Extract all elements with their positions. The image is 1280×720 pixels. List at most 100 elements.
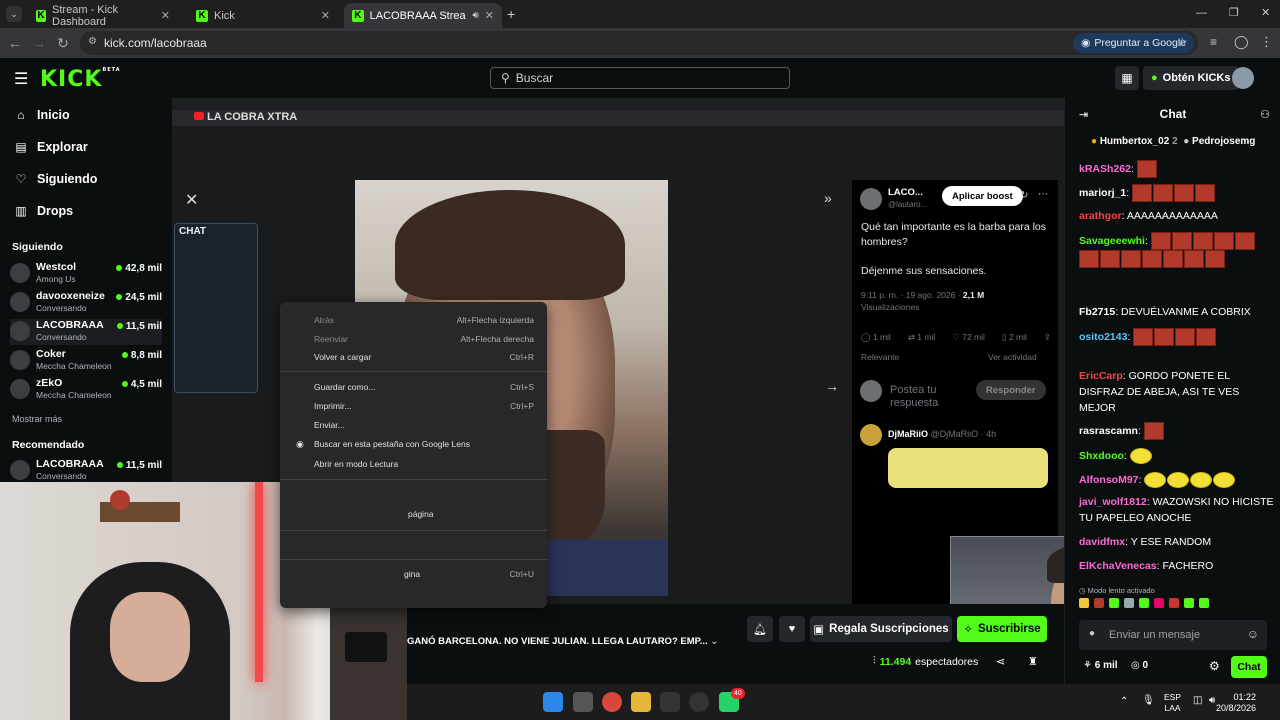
hamburger-icon[interactable]: ☰ [14,69,28,89]
emoji-icon[interactable]: ☺ [1247,627,1259,641]
language-indicator[interactable]: ESP LAA [1164,692,1181,714]
tab-lacobraaa[interactable]: K LACOBRAAA Stream - Watc 🔊︎ ✕ [344,3,502,28]
reading-list-icon[interactable]: ≡ [1210,35,1217,49]
back-icon[interactable]: ← [4,32,26,54]
start-icon[interactable] [543,692,563,712]
mic-icon[interactable]: 🎙︎ [1142,695,1155,706]
close-icon[interactable]: ✕ [485,9,494,22]
bookmark-star-icon[interactable]: ☆ [1177,35,1188,49]
tab-dashboard[interactable]: K Stream - Kick Dashboard ✕ [28,3,178,28]
chat-username[interactable]: ElKchaVenecas [1079,560,1157,572]
chat-username[interactable]: osito2143 [1079,331,1127,343]
menu-item-view-source[interactable]: gina Ctrl+U [404,566,534,582]
report-icon[interactable]: ♜ [1028,655,1038,668]
following-channel[interactable]: LACOBRAAA Conversando 11,5 mil [10,319,162,345]
app-icon[interactable] [660,692,680,712]
new-tab-icon[interactable]: + [507,6,515,22]
channel-points[interactable]: ◎ 0 [1131,660,1148,671]
emote-bar[interactable] [1079,598,1269,612]
site-info-icon[interactable]: ⚙ [88,36,97,47]
gear-icon[interactable]: ⚙ [1209,659,1220,673]
nav-siguiendo[interactable]: ♡ Siguiendo [15,172,98,186]
task-view-icon[interactable] [573,692,593,712]
google-lens-icon: ◉ [1081,37,1091,49]
menu-dots-icon[interactable]: ⋮ [1260,34,1273,50]
profile-icon[interactable]: ◯ [1234,34,1249,50]
chat-username[interactable]: mariorj_1 [1079,187,1126,199]
avatar[interactable] [1232,67,1254,89]
chevron-up-icon[interactable]: ⌃ [1120,696,1128,707]
subscribe-button[interactable]: ✧ Suscribirse [957,616,1047,642]
menu-item-print[interactable]: Imprimir... Ctrl+P [314,398,534,414]
chat-username[interactable]: arathgor [1079,210,1122,222]
drops-icon: ▥ [15,204,27,218]
emote-image [1142,250,1162,268]
chat-username[interactable]: AlfonsoM97 [1079,474,1139,486]
notification-bell-button[interactable]: 🔔︎ [747,616,773,642]
menu-item-page[interactable]: página [408,506,628,522]
search-input[interactable]: ⚲ Buscar [490,67,790,89]
forward-icon[interactable]: → [28,32,50,54]
chat-username[interactable]: javi_wolf1812 [1079,496,1147,508]
chat-username[interactable]: Savageeewhi [1079,235,1145,247]
show-more-link[interactable]: Mostrar más [12,414,62,424]
nav-inicio[interactable]: ⌂ Inicio [15,108,69,122]
theater-mode-icon[interactable]: ▦ [1115,66,1139,90]
url-field[interactable]: ⚙ kick.com/lacobraaa [80,31,1198,55]
menu-item-save-as[interactable]: Guardar como... Ctrl+S [314,379,534,395]
system-clock[interactable]: 01:22 20/8/2026 [1216,692,1256,714]
file-explorer-icon[interactable] [631,692,651,712]
kick-logo[interactable]: KICKBETA [40,67,121,92]
menu-item-reload[interactable]: Volver a cargar Ctrl+R [314,349,534,365]
reload-icon[interactable]: ↻ [52,32,74,54]
obs-icon[interactable] [689,692,709,712]
kick-header: ☰ KICKBETA ⚲ Buscar ▦ ● Obtén KICKs [0,58,1280,98]
chat-message: AlfonsoM97: [1079,472,1275,489]
chat-input[interactable]: ● Enviar un mensaje ☺ [1079,620,1267,650]
slow-mode-notice: ◷ Modo lento activado [1079,586,1155,595]
follow-heart-button[interactable]: ♥ [779,616,805,642]
send-chat-button[interactable]: Chat [1231,656,1267,678]
nav-drops[interactable]: ▥ Drops [15,204,73,218]
channel-avatar [10,350,30,370]
chrome-icon[interactable] [602,692,622,712]
speaker-icon[interactable]: 🔊︎ [472,10,478,21]
menu-item-forward[interactable]: Reenviar Alt+Flecha derecha [314,331,534,347]
emote-image [1163,250,1183,268]
menu-item-back[interactable]: Atrás Alt+Flecha izquierda [314,312,534,328]
chat-username[interactable]: EricCarp [1079,370,1123,382]
get-kicks-button[interactable]: ● Obtén KICKs [1143,66,1239,90]
kicks-balance[interactable]: ⚘ 6 mil [1083,660,1118,671]
chat-username[interactable]: kRASh262 [1079,163,1131,175]
network-icon[interactable]: ◫ [1193,695,1202,706]
following-channel[interactable]: zEkO Meccha Chameleon 4,5 mil [10,377,162,403]
menu-item-reading-mode[interactable]: Abrir en modo Lectura [314,456,534,472]
ask-google-button[interactable]: ◉ Preguntar a Google [1073,33,1194,53]
close-icon[interactable]: ✕ [161,9,170,22]
chat-username[interactable]: Shxdooo [1079,450,1124,462]
recommended-channel[interactable]: LACOBRAAA Conversando 11,5 mil [10,458,162,484]
menu-item-send[interactable]: Enviar... [314,417,534,433]
chat-username[interactable]: Fb2715 [1079,306,1115,318]
chat-username[interactable]: davidfmx [1079,536,1125,548]
following-channel[interactable]: davooxeneize Conversando 24,5 mil [10,290,162,316]
tab-list-icon[interactable]: ⌄ [6,6,22,22]
menu-item-google-lens[interactable]: ◉ Buscar en esta pestaña con Google Lens [296,436,534,452]
close-icon[interactable]: ✕ [321,9,330,22]
volume-icon[interactable]: 🔊︎ [1209,695,1215,706]
maximize-icon[interactable]: ❐ [1229,6,1239,19]
following-channel[interactable]: Westcol Among Us 42,8 mil [10,261,162,287]
nav-explorar[interactable]: ▤ Explorar [15,140,87,154]
chat-username[interactable]: rasrascamn [1079,425,1138,437]
minimize-icon[interactable]: — [1196,7,1207,19]
share-icon[interactable]: ⋖ [996,655,1005,668]
star-icon: ✧ [963,624,973,636]
close-window-icon[interactable]: ✕ [1261,6,1270,19]
users-icon[interactable]: ⚇ [1260,108,1270,121]
following-channel[interactable]: Coker Meccha Chameleon 8,8 mil [10,348,162,374]
tab-kick[interactable]: K Kick ✕ [188,3,338,28]
channel-category: Conversando [36,303,87,313]
gift-subs-button[interactable]: ▣ Regala Suscripciones [810,616,952,642]
kicks-icon: ⚘ [1083,660,1095,671]
crown-icon: ● [1091,136,1098,147]
